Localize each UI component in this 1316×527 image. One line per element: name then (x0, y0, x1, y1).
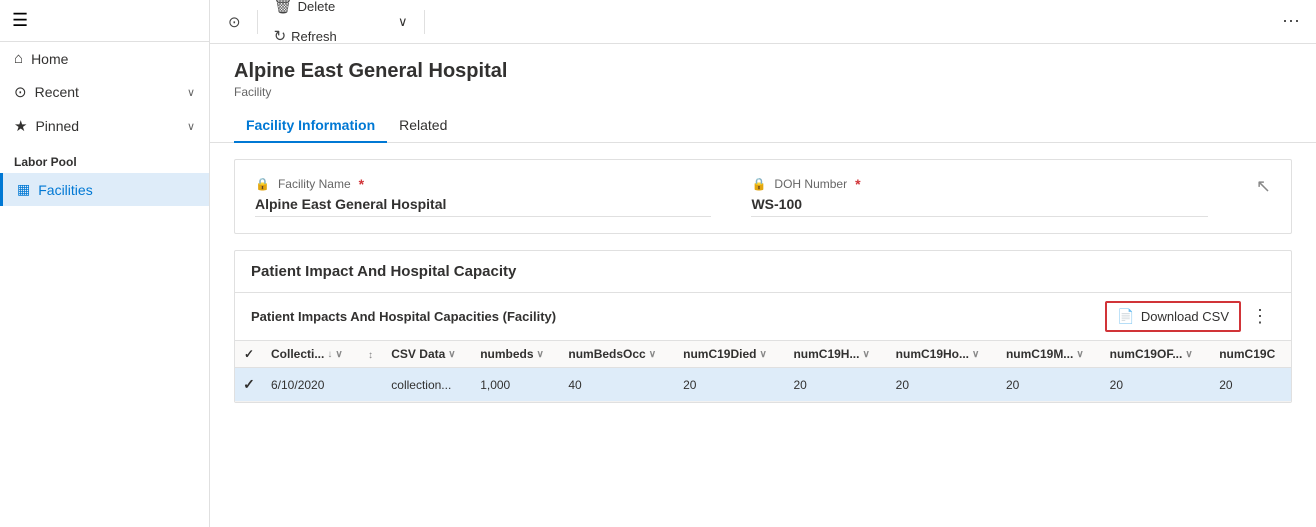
recent-icon: ⊙ (14, 83, 27, 101)
delete-label: Delete (298, 0, 336, 14)
chevron-recent-icon: ∨ (187, 86, 195, 99)
delete-button[interactable]: 🗑 Delete (264, 0, 346, 21)
doh-number-value[interactable]: WS-100 (751, 196, 1207, 217)
table-row[interactable]: ✓ 6/10/2020 collection... 1,000 40 20 20… (235, 368, 1291, 402)
sidebar-item-home[interactable]: ⌂ Home (0, 42, 209, 75)
row-numc19ho-0: 20 (888, 368, 998, 402)
row-csv-data-0: collection... (383, 368, 472, 402)
capacity-table: ✓ Collecti... ↓ ∨ ↕ (235, 341, 1291, 402)
doh-number-field: 🔒 DOH Number * WS-100 (751, 176, 1207, 217)
tab-facility-information[interactable]: Facility Information (234, 109, 387, 143)
toolbar-separator-1 (257, 10, 258, 34)
chevron-csv: ∨ (448, 349, 455, 360)
facility-name-value[interactable]: Alpine East General Hospital (255, 196, 711, 217)
toolbar-separator-2 (424, 10, 425, 34)
facility-name-label: Facility Name (278, 177, 351, 191)
home-icon: ⌂ (14, 50, 23, 67)
sub-section-more-button[interactable]: ⋮ (1245, 306, 1275, 327)
history-icon: ⊙ (228, 13, 241, 31)
chevron-down-icon: ∨ (398, 14, 408, 30)
row-numc19m-0: 20 (998, 368, 1102, 402)
row-numc19of-0: 20 (1102, 368, 1212, 402)
sub-section-toolbar: Patient Impacts And Hospital Capacities … (235, 293, 1291, 341)
chevron-numc19ho: ∨ (972, 349, 979, 360)
col-header-collection-date[interactable]: Collecti... ↓ ∨ (263, 341, 360, 368)
lock-icon-facility-name: 🔒 (255, 177, 270, 191)
col-header-numc19died[interactable]: numC19Died ∨ (675, 341, 785, 368)
chevron-numbeds: ∨ (537, 349, 544, 360)
toolbar: ⊙ 💾 Save 💾 Save & Close + New 📄 Deactiva… (210, 0, 1316, 44)
sort-icon-collection: ↓ (327, 349, 332, 360)
patient-impact-section: Patient Impact And Hospital Capacity Pat… (234, 250, 1292, 403)
record-header: Alpine East General Hospital Facility (210, 44, 1316, 99)
facility-name-required: * (359, 176, 364, 192)
table-body: ✓ 6/10/2020 collection... 1,000 40 20 20… (235, 368, 1291, 402)
download-csv-label: Download CSV (1141, 309, 1229, 324)
col-header-numbeds[interactable]: numbeds ∨ (472, 341, 560, 368)
download-csv-button[interactable]: 📄 Download CSV (1105, 301, 1241, 332)
col-header-csv-data[interactable]: CSV Data ∨ (383, 341, 472, 368)
sidebar-label-home: Home (31, 51, 68, 67)
row-numbedsOcc-0: 40 (560, 368, 675, 402)
row-collection-date-0: 6/10/2020 (263, 368, 360, 402)
content-area: Alpine East General Hospital Facility Fa… (210, 44, 1316, 527)
table-label: Patient Impacts And Hospital Capacities … (251, 309, 556, 324)
chevron-pinned-icon: ∨ (187, 120, 195, 133)
facilities-icon: ▦ (17, 181, 30, 198)
record-title: Alpine East General Hospital (234, 60, 1292, 83)
history-button[interactable]: ⊙ (218, 7, 251, 37)
row-check-0[interactable]: ✓ (235, 368, 263, 402)
col-header-expand[interactable]: ↕ (360, 341, 383, 368)
row-numc19h-0: 20 (785, 368, 887, 402)
record-subtitle: Facility (234, 85, 1292, 99)
col-header-check[interactable]: ✓ (235, 341, 263, 368)
lock-icon-doh: 🔒 (751, 177, 766, 191)
col-header-numc19ho[interactable]: numC19Ho... ∨ (888, 341, 998, 368)
col-header-numc19m[interactable]: numC19M... ∨ (998, 341, 1102, 368)
col-header-numbedsOcc[interactable]: numBedsOcc ∨ (560, 341, 675, 368)
chevron-numc19of: ∨ (1185, 349, 1192, 360)
sidebar-item-recent[interactable]: ⊙ Recent ∨ (0, 75, 209, 109)
tab-related[interactable]: Related (387, 109, 459, 143)
more-options-button[interactable]: ⋯ (1274, 5, 1308, 38)
doh-number-label: DOH Number (774, 177, 847, 191)
sidebar-menu-icon[interactable]: ☰ (0, 0, 209, 42)
sidebar-item-pinned[interactable]: ★ Pinned ∨ (0, 109, 209, 143)
sidebar-section-label: Labor Pool (0, 143, 209, 173)
chevron-numc19h: ∨ (862, 349, 869, 360)
cursor-indicator: ↖ (1256, 176, 1271, 197)
refresh-icon: ↻ (274, 27, 287, 45)
sidebar-label-pinned: Pinned (35, 118, 79, 134)
sidebar: ☰ ⌂ Home ⊙ Recent ∨ ★ Pinned ∨ Labor Poo… (0, 0, 210, 527)
form-fields-section: 🔒 Facility Name * Alpine East General Ho… (234, 159, 1292, 234)
sidebar-item-facilities[interactable]: ▦ Facilities (0, 173, 209, 206)
table-header: ✓ Collecti... ↓ ∨ ↕ (235, 341, 1291, 368)
refresh-label: Refresh (291, 29, 337, 44)
main-area: ⊙ 💾 Save 💾 Save & Close + New 📄 Deactiva… (210, 0, 1316, 527)
chevron-numc19died: ∨ (759, 349, 766, 360)
col-header-numc19c[interactable]: numC19C (1211, 341, 1291, 368)
facility-name-field: 🔒 Facility Name * Alpine East General Ho… (255, 176, 711, 217)
row-numc19died-0: 20 (675, 368, 785, 402)
delete-icon: 🗑 (274, 0, 293, 15)
row-numbeds-0: 1,000 (472, 368, 560, 402)
pinned-icon: ★ (14, 117, 27, 135)
row-expand-0 (360, 368, 383, 402)
row-numc19c-0: 20 (1211, 368, 1291, 402)
col-header-numc19h[interactable]: numC19H... ∨ (785, 341, 887, 368)
sidebar-label-recent: Recent (35, 84, 79, 100)
chevron-numc19m: ∨ (1076, 349, 1083, 360)
col-header-numc19of[interactable]: numC19OF... ∨ (1102, 341, 1212, 368)
chevron-numbedsOcc: ∨ (649, 349, 656, 360)
csv-icon: 📄 (1117, 308, 1134, 325)
tabs-bar: Facility Information Related (210, 109, 1316, 143)
sidebar-item-label: Facilities (38, 182, 92, 198)
doh-number-required: * (855, 176, 860, 192)
chevron-collection: ∨ (335, 349, 342, 360)
flow-chevron-button[interactable]: ∨ (388, 8, 418, 36)
sub-section-title: Patient Impact And Hospital Capacity (235, 251, 1291, 293)
